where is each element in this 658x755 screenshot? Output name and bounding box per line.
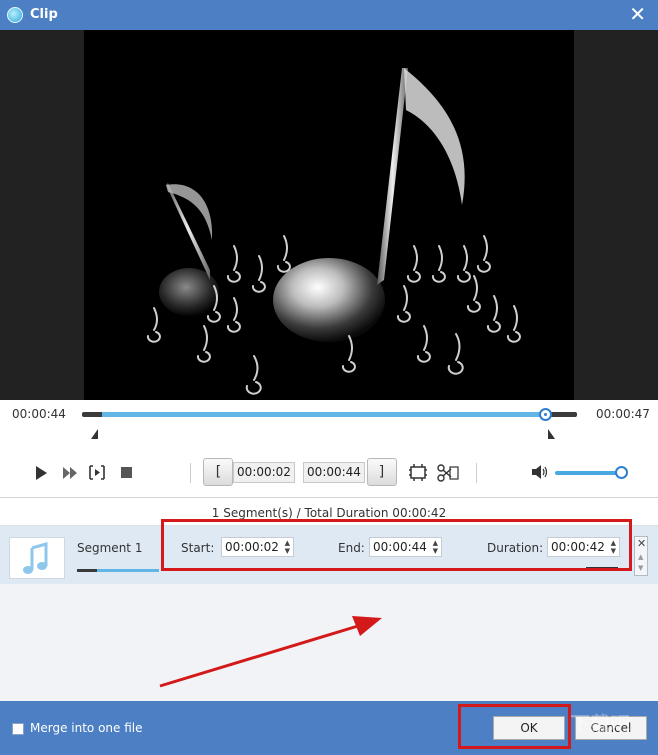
split-icon[interactable] — [437, 464, 459, 482]
watermark: 下载吧 — [570, 712, 630, 736]
move-up-icon[interactable]: ▲ — [638, 553, 643, 561]
add-segment-icon[interactable] — [409, 464, 429, 482]
segment-start-value: 00:00:02 — [225, 540, 279, 554]
video-frame-image — [84, 30, 574, 400]
segment-list: Segment 1 Start: 00:00:02 ▲ ▼ End: 00:00:… — [0, 525, 658, 701]
merge-checkbox[interactable] — [12, 723, 24, 735]
music-note-icon — [23, 542, 48, 574]
end-stepper-icon[interactable]: ▲ ▼ — [433, 539, 438, 555]
end-time-display[interactable]: 00:00:44 — [303, 462, 365, 483]
segment-row[interactable]: Segment 1 Start: 00:00:02 ▲ ▼ End: 00:00:… — [0, 526, 658, 584]
end-label: End: — [338, 541, 365, 555]
merge-label: Merge into one file — [30, 721, 143, 735]
trim-start-marker[interactable] — [91, 429, 98, 439]
toolbar-divider — [190, 463, 191, 483]
duration-stepper-icon[interactable]: ▲ ▼ — [611, 539, 616, 555]
start-label: Start: — [181, 541, 215, 555]
window-title: Clip — [30, 7, 58, 22]
video-preview — [0, 30, 658, 400]
remove-icon[interactable]: ✕ — [637, 537, 646, 551]
segment-range-bar — [77, 569, 159, 572]
start-time-display[interactable]: 00:00:02 — [233, 462, 295, 483]
selected-range — [102, 412, 545, 417]
seek-bar[interactable] — [82, 412, 577, 417]
segment-range-fill — [97, 569, 159, 572]
timeline: 00:00:44 00:00:47 — [0, 400, 658, 450]
segment-end-input[interactable]: 00:00:44 ▲ ▼ — [369, 537, 442, 557]
duration-indicator — [586, 567, 618, 570]
segment-end-value: 00:00:44 — [373, 540, 427, 554]
volume-icon[interactable] — [532, 465, 548, 479]
segment-start-input[interactable]: 00:00:02 ▲ ▼ — [221, 537, 294, 557]
segment-duration-value: 00:00:42 — [551, 540, 605, 554]
move-down-icon[interactable]: ▼ — [638, 564, 643, 572]
dialog-footer: Merge into one file OK Cancel — [0, 701, 658, 755]
segment-name: Segment 1 — [77, 541, 143, 555]
step-forward-icon[interactable] — [63, 467, 77, 479]
start-stepper-icon[interactable]: ▲ ▼ — [285, 539, 290, 555]
total-time: 00:00:47 — [596, 407, 650, 421]
playhead-handle[interactable] — [539, 408, 552, 421]
volume-handle[interactable] — [615, 466, 628, 479]
play-selection-icon[interactable] — [89, 465, 105, 480]
segments-summary: 1 Segment(s) / Total Duration 00:00:42 — [211, 506, 447, 520]
segment-side-controls: ✕ ▲ ▼ — [634, 536, 648, 576]
current-time: 00:00:44 — [12, 407, 66, 421]
volume-slider[interactable] — [555, 471, 621, 475]
close-icon[interactable]: ✕ — [629, 4, 646, 24]
playback-controls: [ 00:00:02 00:00:44 ] — [0, 450, 658, 498]
toolbar-divider — [476, 463, 477, 483]
play-icon[interactable] — [36, 466, 47, 480]
trim-end-marker[interactable] — [548, 429, 555, 439]
segment-thumbnail — [9, 537, 65, 579]
music-notes-artwork — [146, 68, 521, 395]
app-icon — [7, 7, 23, 23]
set-end-button[interactable]: ] — [367, 458, 397, 486]
stop-icon[interactable] — [121, 467, 132, 478]
ok-button[interactable]: OK — [493, 716, 565, 740]
duration-label: Duration: — [487, 541, 544, 555]
title-bar: Clip ✕ — [0, 0, 658, 30]
set-start-button[interactable]: [ — [203, 458, 233, 486]
clip-dialog: Clip ✕ 00:00:44 00:00:47 [00:00:02 00:0… — [0, 0, 658, 755]
segment-duration-input[interactable]: 00:00:42 ▲ ▼ — [547, 537, 620, 557]
